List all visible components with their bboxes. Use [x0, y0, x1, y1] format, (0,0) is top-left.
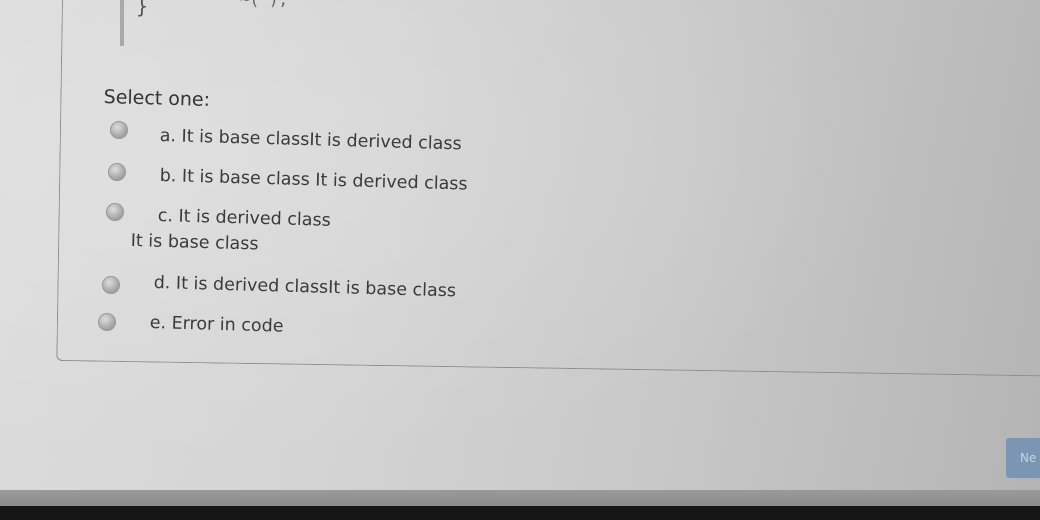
option-e-radio[interactable] [98, 313, 116, 331]
option-e-label: e. Error in code [149, 313, 284, 337]
monitor-bezel [0, 506, 1040, 520]
option-c-label: c. It is derived class [157, 206, 331, 231]
option-d-radio[interactable] [102, 276, 120, 294]
option-d-label: d. It is derived classIt is base class [153, 273, 457, 302]
screen-bottom-edge [0, 490, 1040, 506]
option-c-subline-text: It is base class [130, 231, 259, 255]
option-b-radio[interactable] [108, 163, 126, 181]
option-a-label: a. It is base classIt is derived class [159, 126, 462, 155]
next-page-button[interactable]: Ne [1006, 438, 1040, 478]
option-b-label: b. It is base class It is derived class [159, 166, 468, 195]
option-a-radio[interactable] [110, 121, 128, 139]
answer-options: a. It is base classIt is derived class b… [0, 0, 1040, 520]
option-c-radio[interactable] [106, 203, 124, 221]
